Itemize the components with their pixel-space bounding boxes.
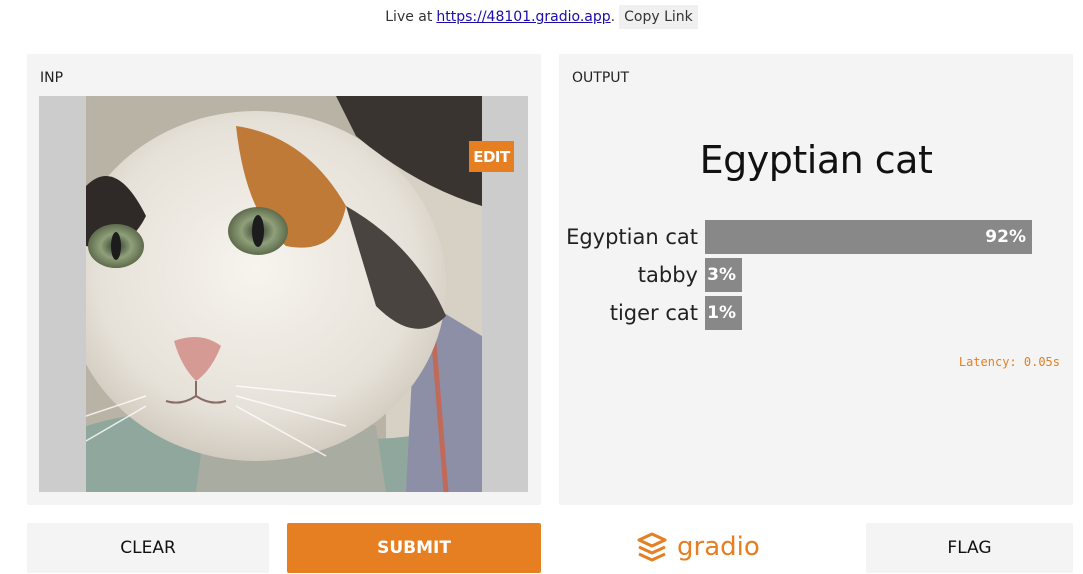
latency-text: Latency: 0.05s	[958, 355, 1060, 369]
copy-link-button[interactable]: Copy Link	[619, 5, 698, 29]
confidence-row: Egyptian cat 92%	[559, 220, 1073, 254]
confidence-label: Egyptian cat	[566, 225, 698, 249]
confidence-label: tiger cat	[609, 301, 698, 325]
gradio-wordmark: gradio	[677, 532, 760, 562]
confidence-label: tabby	[637, 263, 698, 287]
live-prefix: Live at	[385, 9, 433, 25]
confidence-bar: 92%	[705, 220, 1032, 254]
cat-image	[86, 96, 482, 492]
share-link[interactable]: https://48101.gradio.app	[436, 9, 610, 25]
confidence-row: tabby 3%	[559, 258, 1073, 292]
output-panel: OUTPUT Egyptian cat Egyptian cat 92% tabby…	[559, 54, 1073, 505]
input-label: INP	[40, 70, 64, 86]
confidence-bar: 3%	[705, 258, 742, 292]
clear-button[interactable]: CLEAR	[27, 523, 269, 573]
flag-button[interactable]: FLAG	[866, 523, 1073, 573]
predicted-label: Egyptian cat	[699, 138, 933, 182]
image-input[interactable]: EDIT	[39, 96, 528, 492]
output-label: OUTPUT	[572, 70, 630, 86]
gradio-logo-icon	[637, 532, 667, 562]
edit-button[interactable]: EDIT	[469, 141, 514, 172]
confidence-row: tiger cat 1%	[559, 296, 1073, 330]
gradio-brand: gradio	[635, 528, 760, 566]
submit-button[interactable]: SUBMIT	[287, 523, 541, 573]
input-panel: INP EDIT	[27, 54, 541, 505]
share-bar: Live at https://48101.gradio.app. Copy L…	[0, 4, 1083, 30]
confidence-bar: 1%	[705, 296, 742, 330]
